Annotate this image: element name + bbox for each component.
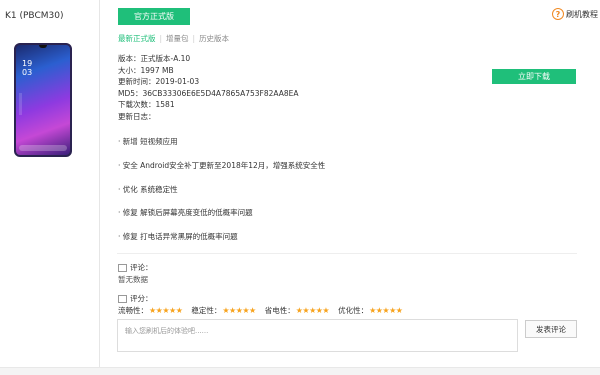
star-rating[interactable]: ★★★★★ <box>296 306 330 315</box>
flash-tutorial-label: 刷机教程 <box>566 9 598 19</box>
size-text: 大小：1997 MB <box>118 65 174 75</box>
device-panel: K1 (PBCM30) 19 03 <box>0 0 100 375</box>
version-info: 版本：正式版本-A.10 大小：1997 MB 更新时间：2019-01-03 … <box>118 53 299 122</box>
official-version-button[interactable]: 官方正式版 <box>118 8 190 25</box>
rating-power-saving: 省电性： ★★★★★ <box>264 305 330 316</box>
no-comments-text: 暂无数据 <box>118 275 148 284</box>
star-rating[interactable]: ★★★★★ <box>369 306 403 315</box>
rating-smoothness: 流畅性： ★★★★★ <box>118 305 183 316</box>
comment-header: 评论： <box>118 262 153 273</box>
rating-stability: 稳定性： ★★★★★ <box>191 305 256 316</box>
update-date-text: 更新时间：2019-01-03 <box>118 77 200 86</box>
tab-history[interactable]: 历史版本 <box>199 33 229 44</box>
rating-label: 稳定性： <box>191 306 222 315</box>
rating-label: 优化性： <box>338 306 369 315</box>
comment-title: 评论： <box>130 263 153 272</box>
section-divider <box>117 253 577 254</box>
changelog-item: · 优化 系统稳定性 <box>118 185 178 194</box>
page-footer-strip <box>0 367 600 375</box>
star-rating[interactable]: ★★★★★ <box>222 306 256 315</box>
version-text: 版本：正式版本-A.10 <box>118 54 191 63</box>
tab-latest-release[interactable]: 最新正式版 <box>118 33 156 44</box>
rating-optimization: 优化性： ★★★★★ <box>338 305 403 316</box>
changelog-item: · 修复 解锁后屏幕亮度变低的低概率问题 <box>118 208 253 217</box>
changelog-title: 更新日志： <box>118 111 156 121</box>
rating-label: 流畅性： <box>118 306 148 315</box>
phone-dock <box>19 145 67 151</box>
download-count-text: 下载次数：1581 <box>118 100 175 109</box>
comment-icon <box>118 263 127 272</box>
download-button[interactable]: 立即下载 <box>492 69 576 84</box>
changelog-item: · 新增 短视频应用 <box>118 137 178 146</box>
phone-notch <box>39 45 47 48</box>
question-icon: ? <box>552 8 564 20</box>
md5-text: MD5：36CB33306E6E5D4A7865A753F82AA8EA <box>118 88 299 98</box>
phone-screen-time: 19 03 <box>22 59 33 77</box>
phone-wallpaper-accent <box>19 93 22 115</box>
tab-incremental[interactable]: 增量包 <box>166 33 189 44</box>
submit-comment-button[interactable]: 发表评论 <box>525 320 577 338</box>
changelog-item: · 安全 Android安全补丁更新至2018年12月，增强系统安全性 <box>118 161 326 170</box>
rating-header: 评分： <box>118 293 153 304</box>
main-panel: 官方正式版 ? 刷机教程 最新正式版 | 增量包 | 历史版本 版本：正式版本-… <box>101 0 600 375</box>
rating-icon <box>118 294 127 303</box>
version-tabs: 最新正式版 | 增量包 | 历史版本 <box>118 33 229 44</box>
star-rating[interactable]: ★★★★★ <box>149 306 183 315</box>
device-name: K1 (PBCM30) <box>5 11 64 21</box>
tab-separator: | <box>159 34 163 43</box>
changelog-item: · 修复 打电话异常黑屏的低概率问题 <box>118 232 238 241</box>
comment-input[interactable] <box>117 319 518 352</box>
phone-image: 19 03 <box>14 43 72 157</box>
rating-label: 省电性： <box>264 306 295 315</box>
rating-title: 评分： <box>130 294 153 303</box>
tab-separator: | <box>192 34 196 43</box>
flash-tutorial-link[interactable]: ? 刷机教程 <box>552 8 598 20</box>
rating-row: 流畅性： ★★★★★ 稳定性： ★★★★★ 省电性： ★★★★★ 优化性： ★★… <box>118 305 411 316</box>
